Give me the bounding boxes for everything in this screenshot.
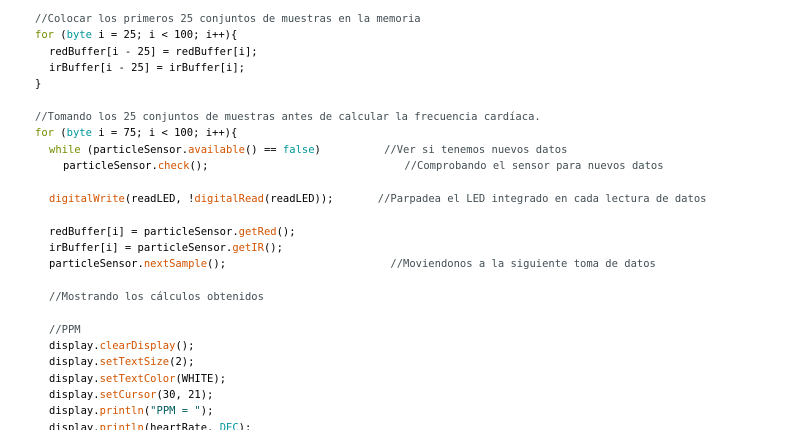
code-token-plain: particleSensor. [63, 160, 158, 173]
code-line: //PPM [49, 322, 81, 338]
code-line: display.setCursor(30, 21); [49, 387, 213, 403]
code-token-func: println [99, 405, 144, 418]
code-line: for (byte i = 75; i < 100; i++){ [35, 125, 237, 141]
code-token-plain: ( [53, 29, 67, 42]
code-token-func: clearDisplay [99, 340, 176, 352]
code-line: redBuffer[i] = particleSensor.getRed(); [49, 224, 296, 240]
code-token-comment: //Tomando los 25 conjuntos de muestras a… [35, 111, 541, 124]
code-token-plain: particleSensor. [49, 258, 144, 271]
code-token-plain: (); [263, 241, 283, 254]
code-token-type: byte [66, 127, 92, 140]
code-line: for (byte i = 25; i < 100; i++){ [35, 27, 237, 43]
code-token-comment: //Moviendonos a la siguiente toma de dat… [390, 258, 656, 271]
code-line: display.setTextColor(WHITE); [49, 371, 226, 387]
code-line: display.setTextSize(2); [49, 354, 194, 370]
code-line: particleSensor.nextSample(); //Moviendon… [49, 256, 656, 272]
code-token-plain: i = 75; i < 100; i++){ [91, 127, 238, 140]
code-token-plain: (2); [169, 356, 195, 369]
code-token-comment: //Comprobando el sensor para nuevos dato… [404, 160, 664, 173]
code-token-plain: (particleSensor. [80, 143, 189, 156]
code-token-plain: (); [175, 340, 195, 352]
code-token-type: false [282, 143, 315, 156]
code-token-plain: irBuffer[i - 25] = irBuffer[i]; [49, 62, 245, 75]
code-line: irBuffer[i - 25] = irBuffer[i]; [49, 60, 245, 76]
code-token-keyword: for [35, 127, 54, 140]
code-line: //Tomando los 25 conjuntos de muestras a… [35, 109, 541, 125]
code-token-plain: } [35, 78, 42, 91]
code-line: digitalWrite(readLED, !digitalRead(readL… [49, 191, 706, 207]
code-token-func: nextSample [143, 258, 208, 271]
code-line: //Mostrando los cálculos obtenidos [49, 289, 264, 305]
code-token-string: "PPM = " [150, 405, 201, 418]
code-line: particleSensor.check(); //Comprobando el… [63, 158, 664, 174]
code-token-plain: ); [200, 405, 214, 418]
code-token-comment: //Parpadea el LED integrado en cada lect… [377, 192, 707, 205]
code-token-type: byte [66, 29, 92, 42]
code-token-plain: ) [314, 143, 385, 156]
code-token-plain: redBuffer[i - 25] = redBuffer[i]; [49, 45, 258, 58]
code-token-plain: () == [244, 143, 283, 156]
code-line: } [35, 76, 41, 92]
code-token-func: getRed [238, 225, 277, 238]
code-token-plain: irBuffer[i] = particleSensor. [49, 241, 233, 254]
code-token-keyword: for [35, 29, 54, 42]
code-line: //Colocar los primeros 25 conjuntos de m… [35, 11, 421, 27]
code-editor[interactable]: //Colocar los primeros 25 conjuntos de m… [0, 0, 794, 430]
code-token-plain: display. [49, 421, 100, 430]
code-token-plain: (); [189, 160, 405, 173]
code-token-plain: display. [49, 356, 100, 369]
code-token-func: setCursor [99, 389, 157, 402]
code-token-plain: display. [49, 389, 100, 402]
code-token-keyword: while [49, 143, 81, 156]
code-token-comment: //Colocar los primeros 25 conjuntos de m… [35, 13, 421, 25]
code-line: display.println(heartRate, DEC); [49, 420, 251, 430]
code-token-plain: display. [49, 340, 100, 352]
code-token-func: check [157, 160, 190, 173]
code-line: redBuffer[i - 25] = redBuffer[i]; [49, 44, 258, 60]
code-token-plain: (readLED)); [263, 192, 378, 205]
code-token-func: setTextColor [99, 372, 176, 385]
code-token-plain: display. [49, 405, 100, 418]
code-line: display.clearDisplay(); [49, 338, 194, 354]
code-token-func: setTextSize [99, 356, 170, 369]
code-token-plain: (); [276, 225, 296, 238]
code-token-plain: ( [53, 127, 67, 140]
code-token-func: getIR [232, 241, 264, 254]
code-token-func: println [99, 421, 144, 430]
code-token-func: digitalWrite [49, 192, 125, 205]
code-token-plain: i = 25; i < 100; i++){ [91, 29, 238, 42]
code-token-type: DEC [219, 421, 239, 430]
code-token-plain: (heartRate, [143, 421, 220, 430]
code-token-plain: (readLED, ! [124, 192, 195, 205]
code-line: irBuffer[i] = particleSensor.getIR(); [49, 240, 283, 256]
code-token-plain: (30, 21); [156, 389, 214, 402]
code-token-func: digitalRead [194, 192, 264, 205]
code-token-comment: //Ver si tenemos nuevos datos [384, 143, 568, 156]
code-token-comment: //Mostrando los cálculos obtenidos [49, 290, 264, 303]
code-token-plain: redBuffer[i] = particleSensor. [49, 225, 239, 238]
code-token-plain: (); [207, 258, 391, 271]
code-token-comment: //PPM [49, 323, 81, 336]
code-line: while (particleSensor.available() == fal… [49, 142, 567, 158]
code-line: display.println("PPM = "); [49, 403, 213, 419]
code-token-plain: display. [49, 372, 100, 385]
code-token-plain: (WHITE); [175, 372, 227, 385]
code-token-plain: ); [238, 421, 252, 430]
code-token-func: available [188, 143, 245, 156]
